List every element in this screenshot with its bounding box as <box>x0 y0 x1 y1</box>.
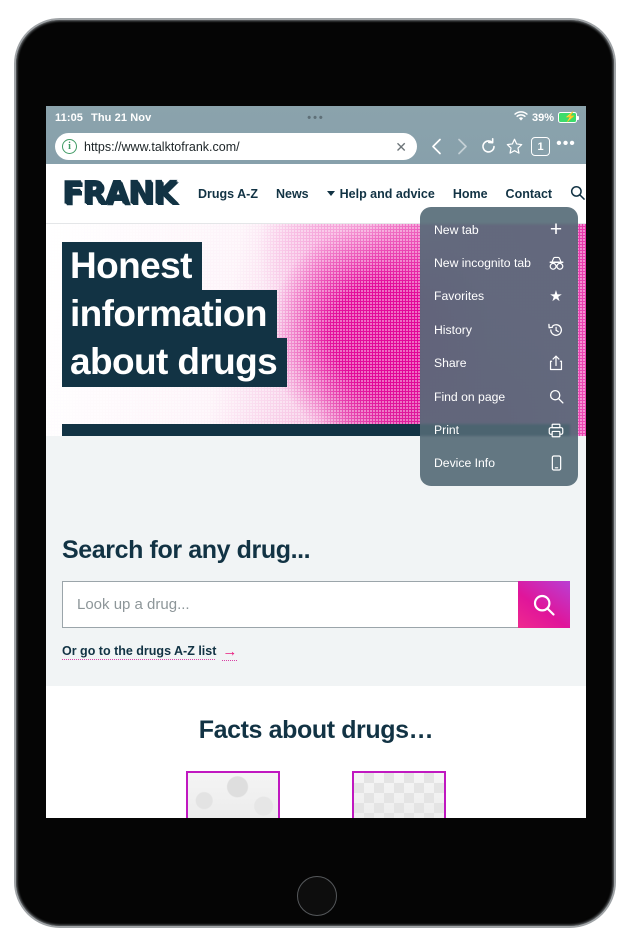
browser-chrome: 11:05 Thu 21 Nov ••• 39% ⚡ i https://www… <box>46 106 586 164</box>
star-filled-icon: ★ <box>549 287 563 305</box>
reload-button[interactable] <box>475 134 501 160</box>
printer-icon <box>547 423 565 438</box>
close-icon[interactable]: ✕ <box>393 140 409 154</box>
tablet-screen: 11:05 Thu 21 Nov ••• 39% ⚡ i https://www… <box>46 106 586 818</box>
search-input[interactable] <box>62 581 518 628</box>
address-bar[interactable]: i https://www.talktofrank.com/ ✕ <box>55 133 417 160</box>
device-phone-icon <box>547 455 565 471</box>
hero-line-2: information <box>62 290 277 339</box>
menu-item-new-incognito-tab[interactable]: New incognito tab <box>420 246 578 279</box>
status-time: 11:05 <box>55 111 84 124</box>
browser-menu-dropdown: New tab + New incognito tab Favorites ★ … <box>420 207 578 487</box>
battery-percent: 39% <box>531 111 554 124</box>
history-clock-icon <box>547 322 565 338</box>
facts-heading: Facts about drugs… <box>198 716 434 744</box>
incognito-icon <box>547 256 565 271</box>
facts-section: Facts about drugs… <box>46 686 586 818</box>
nav-item-help-and-advice[interactable]: Help and advice <box>326 187 435 201</box>
status-indicators: 39% ⚡ <box>514 110 580 125</box>
status-bar: 11:05 Thu 21 Nov ••• 39% ⚡ <box>46 106 586 129</box>
menu-item-label: Print <box>434 423 460 438</box>
wifi-icon <box>514 110 528 125</box>
hero-heading: Honest information about drugs <box>62 242 288 387</box>
facts-card-list <box>62 771 570 818</box>
battery-charging-icon: ⚡ <box>558 112 580 123</box>
search-submit-button[interactable] <box>518 581 570 628</box>
hero-line-1: Honest <box>62 242 202 291</box>
bookmark-star-button[interactable] <box>501 134 527 160</box>
nav-item-news[interactable]: News <box>276 187 309 201</box>
menu-item-label: History <box>434 322 472 337</box>
menu-item-find-on-page[interactable]: Find on page <box>420 380 578 413</box>
nav-item-home[interactable]: Home <box>453 187 488 201</box>
browser-toolbar: i https://www.talktofrank.com/ ✕ 1 ••• <box>46 129 586 164</box>
tablet-device-frame: 11:05 Thu 21 Nov ••• 39% ⚡ i https://www… <box>14 18 616 928</box>
browser-menu-button[interactable]: ••• <box>554 136 578 157</box>
frank-logo[interactable]: FRANK <box>62 177 178 209</box>
menu-item-label: Share <box>434 356 467 371</box>
menu-item-label: New incognito tab <box>434 256 531 271</box>
search-heading: Search for any drug... <box>62 536 311 564</box>
info-circle-icon[interactable]: i <box>62 139 77 154</box>
menu-item-favorites[interactable]: Favorites ★ <box>420 280 578 313</box>
forward-button[interactable] <box>449 134 475 160</box>
drugs-a-z-link-label: Or go to the drugs A-Z list <box>62 644 217 658</box>
menu-item-label: Favorites <box>434 289 485 304</box>
nav-item-drugs-a-z[interactable]: Drugs A-Z <box>198 187 258 201</box>
status-date: Thu 21 Nov <box>91 111 152 124</box>
menu-item-label: New tab <box>434 222 479 237</box>
search-icon[interactable] <box>570 185 585 203</box>
chevron-down-icon <box>326 190 335 196</box>
menu-item-device-info[interactable]: Device Info <box>420 447 578 480</box>
share-icon <box>547 355 565 371</box>
menu-item-print[interactable]: Print <box>420 413 578 446</box>
menu-item-label: Find on page <box>434 389 506 404</box>
search-bar <box>62 581 570 628</box>
fact-card[interactable] <box>352 771 446 818</box>
tab-count-button[interactable]: 1 <box>531 137 550 156</box>
home-button[interactable] <box>297 876 337 916</box>
menu-item-share[interactable]: Share <box>420 347 578 380</box>
arrow-right-icon: → <box>222 642 238 660</box>
menu-item-history[interactable]: History <box>420 313 578 346</box>
drugs-a-z-link[interactable]: Or go to the drugs A-Z list → <box>62 644 237 659</box>
nav-item-contact[interactable]: Contact <box>506 187 553 201</box>
plus-icon: + <box>549 218 563 242</box>
back-button[interactable] <box>423 134 449 160</box>
hero-line-3: about drugs <box>62 338 288 387</box>
fact-card[interactable] <box>186 771 280 818</box>
url-text[interactable]: https://www.talktofrank.com/ <box>84 140 393 154</box>
search-icon <box>547 389 565 404</box>
site-navigation: Drugs A-Z News Help and advice Home Cont… <box>198 185 585 203</box>
menu-item-label: Device Info <box>434 456 495 471</box>
menu-item-new-tab[interactable]: New tab + <box>420 213 578 246</box>
